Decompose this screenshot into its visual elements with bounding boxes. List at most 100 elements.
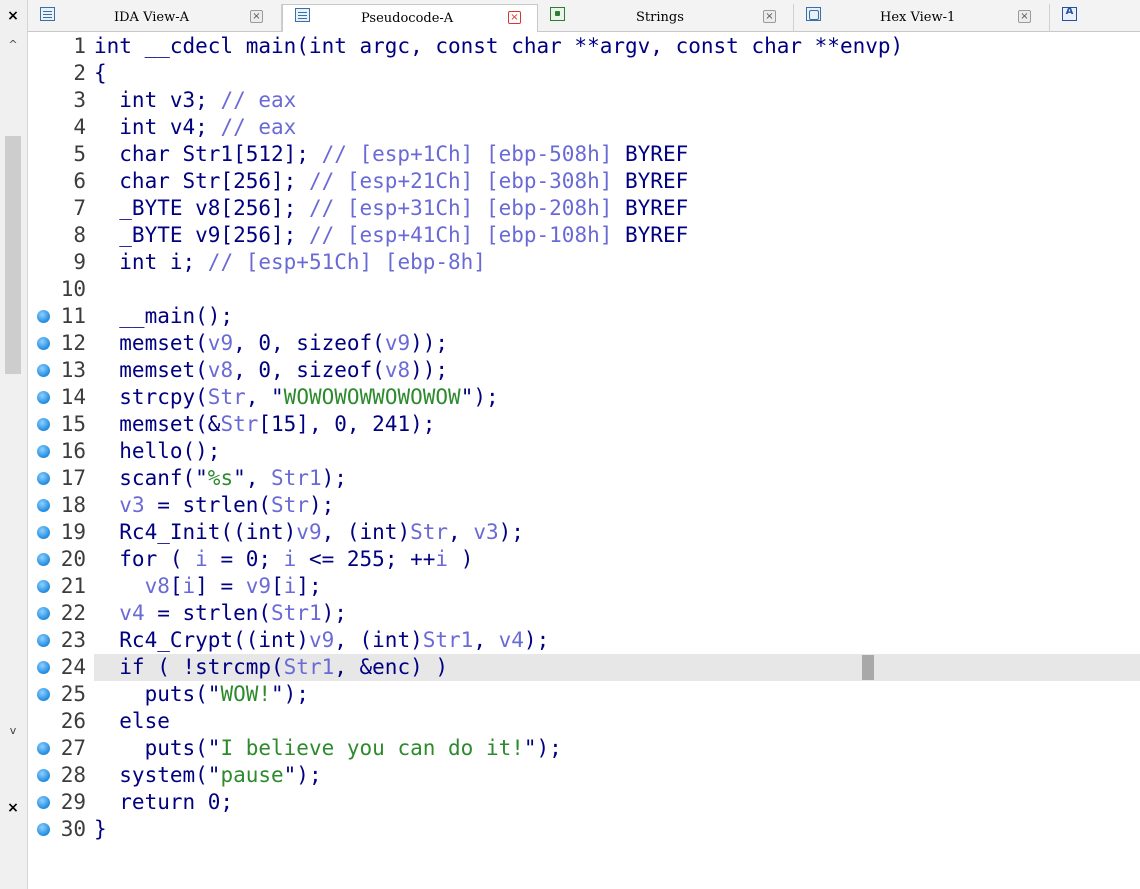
code-text[interactable]: system("pause"); — [94, 762, 1140, 789]
code-line[interactable]: 6 char Str[256]; // [esp+21Ch] [ebp-308h… — [28, 168, 1140, 195]
tab-structures[interactable]: A — [1050, 4, 1140, 32]
breakpoint-dot-icon[interactable] — [37, 418, 50, 431]
breakpoint-dot-icon[interactable] — [37, 445, 50, 458]
code-line[interactable]: 2{ — [28, 60, 1140, 87]
code-text[interactable]: if ( !strcmp(Str1, &enc) ) — [94, 654, 1140, 681]
code-text[interactable]: { — [94, 60, 1140, 87]
code-text[interactable]: v3 = strlen(Str); — [94, 492, 1140, 519]
code-text[interactable]: v4 = strlen(Str1); — [94, 600, 1140, 627]
code-text[interactable] — [94, 276, 1140, 303]
code-text[interactable]: int __cdecl main(int argc, const char **… — [94, 33, 1140, 60]
code-text[interactable]: _BYTE v9[256]; // [esp+41Ch] [ebp-108h] … — [94, 222, 1140, 249]
code-line[interactable]: 21 v8[i] = v9[i]; — [28, 573, 1140, 600]
code-text[interactable]: v8[i] = v9[i]; — [94, 573, 1140, 600]
code-text[interactable]: char Str1[512]; // [esp+1Ch] [ebp-508h] … — [94, 141, 1140, 168]
code-text[interactable]: Rc4_Crypt((int)v9, (int)Str1, v4); — [94, 627, 1140, 654]
code-line[interactable]: 15 memset(&Str[15], 0, 241); — [28, 411, 1140, 438]
code-token: // [esp+41Ch] [ebp-108h] — [308, 223, 626, 247]
breakpoint-dot-icon[interactable] — [37, 472, 50, 485]
vertical-scrollbar[interactable]: ^ v — [2, 32, 24, 742]
code-text[interactable]: memset(&Str[15], 0, 241); — [94, 411, 1140, 438]
breakpoint-dot-icon[interactable] — [37, 688, 50, 701]
code-line[interactable]: 26 else — [28, 708, 1140, 735]
code-line[interactable]: 22 v4 = strlen(Str1); — [28, 600, 1140, 627]
breakpoint-dot-icon[interactable] — [37, 607, 50, 620]
breakpoint-dot-icon[interactable] — [37, 634, 50, 647]
panel-close-icon[interactable]: × — [0, 4, 26, 28]
code-line[interactable]: 10 — [28, 276, 1140, 303]
code-text[interactable]: int i; // [esp+51Ch] [ebp-8h] — [94, 249, 1140, 276]
code-line[interactable]: 7 _BYTE v8[256]; // [esp+31Ch] [ebp-208h… — [28, 195, 1140, 222]
breakpoint-dot-icon[interactable] — [37, 580, 50, 593]
panel-close-icon-2[interactable]: × — [0, 796, 26, 820]
tab-ida-view-a[interactable]: IDA View-A × — [28, 4, 282, 32]
breakpoint-dot-icon[interactable] — [37, 337, 50, 350]
code-text[interactable]: } — [94, 816, 1140, 843]
code-text[interactable]: for ( i = 0; i <= 255; ++i ) — [94, 546, 1140, 573]
code-text[interactable]: memset(v8, 0, sizeof(v8)); — [94, 357, 1140, 384]
scrollbar-thumb[interactable] — [5, 136, 21, 374]
code-line[interactable]: 5 char Str1[512]; // [esp+1Ch] [ebp-508h… — [28, 141, 1140, 168]
code-line[interactable]: 16 hello(); — [28, 438, 1140, 465]
code-text[interactable]: strcpy(Str, "WOWOWOWWOWOWOW"); — [94, 384, 1140, 411]
code-text[interactable]: char Str[256]; // [esp+21Ch] [ebp-308h] … — [94, 168, 1140, 195]
code-line[interactable]: 13 memset(v8, 0, sizeof(v8)); — [28, 357, 1140, 384]
code-line[interactable]: 1 int __cdecl main(int argc, const char *… — [28, 33, 1140, 60]
breakpoint-dot-icon[interactable] — [37, 796, 50, 809]
code-line[interactable]: 14 strcpy(Str, "WOWOWOWWOWOWOW"); — [28, 384, 1140, 411]
code-line[interactable]: 23 Rc4_Crypt((int)v9, (int)Str1, v4); — [28, 627, 1140, 654]
tab-close-icon[interactable]: × — [508, 11, 521, 24]
scroll-down-icon[interactable]: v — [2, 722, 24, 740]
code-text[interactable]: scanf("%s", Str1); — [94, 465, 1140, 492]
code-line[interactable]: 28 system("pause"); — [28, 762, 1140, 789]
code-text[interactable]: puts("I believe you can do it!"); — [94, 735, 1140, 762]
tab-close-icon[interactable]: × — [1018, 10, 1031, 23]
tab-strings[interactable]: Strings × — [538, 4, 794, 32]
breakpoint-dot-icon[interactable] — [37, 526, 50, 539]
code-line[interactable]: 18 v3 = strlen(Str); — [28, 492, 1140, 519]
code-token: = strlen( — [144, 493, 272, 517]
tab-hex-view-1[interactable]: Hex View-1 × — [794, 4, 1050, 32]
tab-close-icon[interactable]: × — [250, 10, 263, 23]
breakpoint-dot-icon[interactable] — [37, 769, 50, 782]
tab-pseudocode-a[interactable]: Pseudocode-A × — [282, 4, 538, 33]
code-text[interactable]: _BYTE v8[256]; // [esp+31Ch] [ebp-208h] … — [94, 195, 1140, 222]
code-line[interactable]: 4 int v4; // eax — [28, 114, 1140, 141]
code-line[interactable]: 19 Rc4_Init((int)v9, (int)Str, v3); — [28, 519, 1140, 546]
code-text[interactable]: memset(v9, 0, sizeof(v9)); — [94, 330, 1140, 357]
code-line[interactable]: 24 if ( !strcmp(Str1, &enc) ) — [28, 654, 1140, 681]
breakpoint-dot-icon[interactable] — [37, 553, 50, 566]
code-line[interactable]: 25 puts("WOW!"); — [28, 681, 1140, 708]
code-line[interactable]: 11 __main(); — [28, 303, 1140, 330]
breakpoint-dot-icon[interactable] — [37, 742, 50, 755]
tab-close-icon[interactable]: × — [763, 10, 776, 23]
code-text[interactable]: else — [94, 708, 1140, 735]
code-line[interactable]: 20 for ( i = 0; i <= 255; ++i ) — [28, 546, 1140, 573]
code-line[interactable]: 9 int i; // [esp+51Ch] [ebp-8h] — [28, 249, 1140, 276]
code-line[interactable]: 3 int v3; // eax — [28, 87, 1140, 114]
code-text[interactable]: int v4; // eax — [94, 114, 1140, 141]
code-text[interactable]: hello(); — [94, 438, 1140, 465]
breakpoint-dot-icon[interactable] — [37, 364, 50, 377]
code-line[interactable]: 30} — [28, 816, 1140, 843]
breakpoint-dot-icon[interactable] — [37, 499, 50, 512]
pseudocode-view[interactable]: 1 int __cdecl main(int argc, const char *… — [28, 32, 1140, 889]
code-text[interactable]: Rc4_Init((int)v9, (int)Str, v3); — [94, 519, 1140, 546]
code-token: i — [195, 547, 208, 571]
code-line[interactable]: 17 scanf("%s", Str1); — [28, 465, 1140, 492]
breakpoint-dot-icon[interactable] — [37, 391, 50, 404]
line-number: 25 — [60, 682, 86, 706]
code-text[interactable]: __main(); — [94, 303, 1140, 330]
code-line[interactable]: 27 puts("I believe you can do it!"); — [28, 735, 1140, 762]
code-line[interactable]: 12 memset(v9, 0, sizeof(v9)); — [28, 330, 1140, 357]
code-text[interactable]: return 0; — [94, 789, 1140, 816]
code-text[interactable]: int v3; // eax — [94, 87, 1140, 114]
code-text[interactable]: puts("WOW!"); — [94, 681, 1140, 708]
breakpoint-dot-icon[interactable] — [37, 310, 50, 323]
breakpoint-dot-icon[interactable] — [37, 823, 50, 836]
code-line[interactable]: 29 return 0; — [28, 789, 1140, 816]
scroll-up-icon[interactable]: ^ — [2, 36, 24, 54]
code-token: int i; — [94, 250, 208, 274]
code-line[interactable]: 8 _BYTE v9[256]; // [esp+41Ch] [ebp-108h… — [28, 222, 1140, 249]
breakpoint-dot-icon[interactable] — [37, 661, 50, 674]
